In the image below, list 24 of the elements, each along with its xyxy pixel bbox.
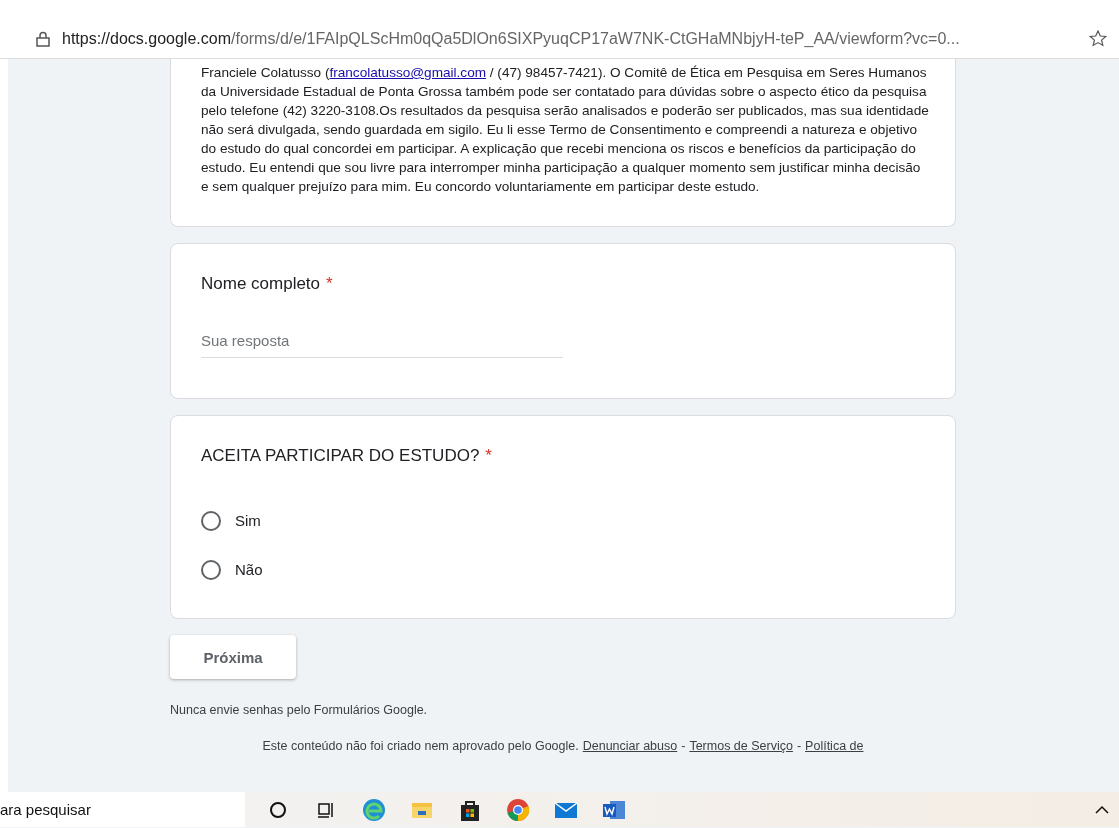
- required-mark: *: [485, 446, 492, 466]
- footer-text: Este conteúdo não foi criado nem aprovado pelo Google.: [262, 739, 579, 753]
- footer-link[interactable]: Termos de Serviço: [689, 739, 793, 753]
- footer-link[interactable]: Política de: [805, 739, 864, 753]
- option-label[interactable]: Não: [235, 561, 263, 578]
- separator-text: -: [681, 739, 686, 753]
- radio-button[interactable]: [201, 559, 221, 580]
- chevron-up-icon[interactable]: [1095, 804, 1109, 815]
- footer-link[interactable]: Denunciar abuso: [582, 739, 678, 753]
- taskbar-search-field[interactable]: ara pesquisar: [0, 792, 245, 827]
- browser-icon[interactable]: [361, 796, 387, 823]
- consent-paragraph: Franciele Colatusso (francolatusso@gmail.com / (47) 98457-7421). O Comitê de Ética em Pesquisa em Seres Humanos da Universidade Estadual de Ponta Grossa também pode ser contatado para dúvidas sobre o aspecto ético da pesquisa pelo telefone (42) 3220-3108.Os resultados da pesquisa serão analisados e poderão ser publicados, mas sua identidade não será divulgada, sendo guardada em sigilo. Eu li esse Termo de Consentimento e compreendi a natureza e objetivo do estudo do qual concordei em participar. A explicação que recebi menciona os riscos e benefícios da participação do estudo. Eu entendi que sou livre para interromper minha participação a qualquer momento sem justificar minha decisão e sem qualquer prejuízo para mim. Eu concordo voluntariamente em participar deste estudo.: [201, 64, 930, 196]
- chrome-icon[interactable]: [505, 796, 531, 823]
- separator-text: -: [796, 739, 802, 753]
- notice-text: Nunca envie senhas pelo Formulários Google.: [170, 703, 429, 717]
- radio-button[interactable]: [201, 510, 221, 531]
- question-title: Nome completo: [201, 274, 321, 294]
- question-title: ACEITA PARTICIPAR DO ESTUDO?: [201, 446, 480, 466]
- next-button[interactable]: Próxima: [170, 635, 296, 679]
- option-label[interactable]: Sim: [235, 512, 261, 529]
- email-link[interactable]: francolatusso@gmail.com: [329, 65, 487, 80]
- star-icon[interactable]: [1089, 30, 1107, 48]
- lock-icon: [36, 31, 50, 47]
- required-mark: *: [326, 274, 333, 294]
